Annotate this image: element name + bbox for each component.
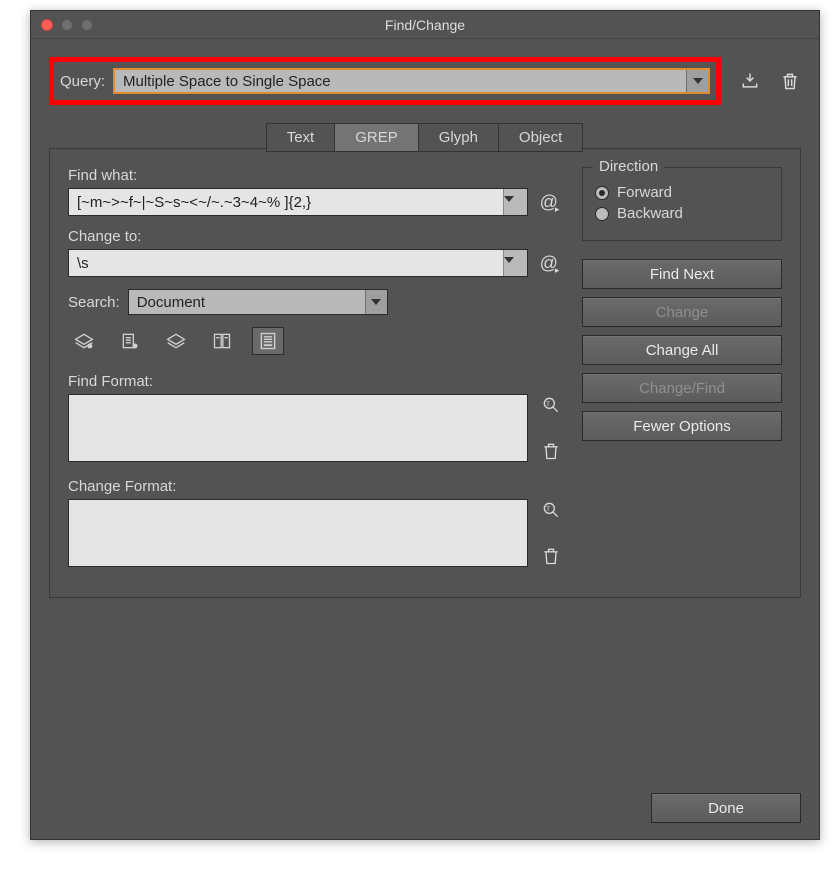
search-options-row bbox=[68, 327, 564, 355]
fewer-options-button[interactable]: Fewer Options bbox=[582, 411, 782, 441]
direction-backward-label: Backward bbox=[617, 205, 683, 222]
find-what-group: Find what: [~m~>~f~|~S~s~<~/~.~3~4~% ]{2… bbox=[68, 167, 564, 216]
search-scope-value: Document bbox=[129, 294, 365, 311]
change-find-button[interactable]: Change/Find bbox=[582, 373, 782, 403]
change-all-button[interactable]: Change All bbox=[582, 335, 782, 365]
direction-legend: Direction bbox=[593, 158, 664, 175]
find-format-area[interactable] bbox=[68, 394, 528, 462]
change-special-char-icon[interactable]: @▸ bbox=[538, 253, 564, 274]
close-window-button[interactable] bbox=[41, 19, 53, 31]
find-next-button[interactable]: Find Next bbox=[582, 259, 782, 289]
change-to-input[interactable]: \s bbox=[68, 249, 528, 277]
radio-icon bbox=[595, 207, 609, 221]
query-row-highlight: Query: Multiple Space to Single Space bbox=[49, 57, 721, 105]
main-panel: Find what: [~m~>~f~|~S~s~<~/~.~3~4~% ]{2… bbox=[49, 149, 801, 598]
query-label: Query: bbox=[60, 73, 105, 90]
direction-backward-radio[interactable]: Backward bbox=[595, 205, 769, 222]
find-what-value: [~m~>~f~|~S~s~<~/~.~3~4~% ]{2,} bbox=[69, 189, 503, 215]
svg-text:T: T bbox=[546, 401, 550, 408]
direction-forward-radio[interactable]: Forward bbox=[595, 184, 769, 201]
footer: Done bbox=[651, 793, 801, 823]
tab-grep[interactable]: GREP bbox=[334, 123, 419, 152]
window-title: Find/Change bbox=[31, 17, 819, 33]
chevron-down-icon bbox=[686, 70, 708, 92]
search-scope-dropdown[interactable]: Document bbox=[128, 289, 388, 315]
change-to-value: \s bbox=[69, 250, 503, 276]
direction-forward-label: Forward bbox=[617, 184, 672, 201]
include-locked-stories-icon[interactable] bbox=[114, 327, 146, 355]
minimize-window-button[interactable] bbox=[61, 19, 73, 31]
zoom-window-button[interactable] bbox=[81, 19, 93, 31]
titlebar: Find/Change bbox=[31, 11, 819, 39]
tab-glyph[interactable]: Glyph bbox=[418, 123, 499, 152]
find-format-label: Find Format: bbox=[68, 373, 564, 390]
clear-change-format-icon[interactable] bbox=[540, 545, 562, 567]
delete-query-icon[interactable] bbox=[779, 70, 801, 92]
tab-text[interactable]: Text bbox=[266, 123, 336, 152]
change-format-area[interactable] bbox=[68, 499, 528, 567]
chevron-down-icon[interactable] bbox=[503, 189, 527, 215]
change-format-label: Change Format: bbox=[68, 478, 564, 495]
find-change-window: Find/Change Query: Multiple Space to Sin… bbox=[30, 10, 820, 840]
search-scope-row: Search: Document bbox=[68, 289, 564, 315]
content-area: Query: Multiple Space to Single Space bbox=[31, 39, 819, 598]
done-button[interactable]: Done bbox=[651, 793, 801, 823]
specify-find-format-icon[interactable]: T bbox=[540, 394, 562, 416]
change-format-group: Change Format: T bbox=[68, 478, 564, 567]
find-what-input[interactable]: [~m~>~f~|~S~s~<~/~.~3~4~% ]{2,} bbox=[68, 188, 528, 216]
include-master-pages-icon[interactable] bbox=[206, 327, 238, 355]
include-footnotes-icon[interactable] bbox=[252, 327, 284, 355]
include-hidden-layers-icon[interactable] bbox=[160, 327, 192, 355]
chevron-down-icon bbox=[365, 290, 387, 314]
radio-icon bbox=[595, 186, 609, 200]
left-column: Find what: [~m~>~f~|~S~s~<~/~.~3~4~% ]{2… bbox=[68, 167, 564, 579]
direction-group: Direction Forward Backward bbox=[582, 167, 782, 241]
svg-text:T: T bbox=[546, 506, 550, 513]
query-dropdown-value: Multiple Space to Single Space bbox=[115, 73, 686, 90]
clear-find-format-icon[interactable] bbox=[540, 440, 562, 462]
find-special-char-icon[interactable]: @▸ bbox=[538, 192, 564, 213]
save-query-icon[interactable] bbox=[739, 70, 761, 92]
query-dropdown[interactable]: Multiple Space to Single Space bbox=[113, 68, 710, 94]
chevron-down-icon[interactable] bbox=[503, 250, 527, 276]
find-format-group: Find Format: T bbox=[68, 373, 564, 462]
change-to-group: Change to: \s @▸ bbox=[68, 228, 564, 277]
search-label: Search: bbox=[68, 294, 120, 311]
tab-object[interactable]: Object bbox=[498, 123, 583, 152]
change-button[interactable]: Change bbox=[582, 297, 782, 327]
right-column: Direction Forward Backward Find Next Cha… bbox=[582, 167, 782, 579]
traffic-lights bbox=[31, 19, 93, 31]
find-what-label: Find what: bbox=[68, 167, 564, 184]
query-actions bbox=[739, 70, 801, 92]
change-to-label: Change to: bbox=[68, 228, 564, 245]
include-locked-layers-icon[interactable] bbox=[68, 327, 100, 355]
specify-change-format-icon[interactable]: T bbox=[540, 499, 562, 521]
